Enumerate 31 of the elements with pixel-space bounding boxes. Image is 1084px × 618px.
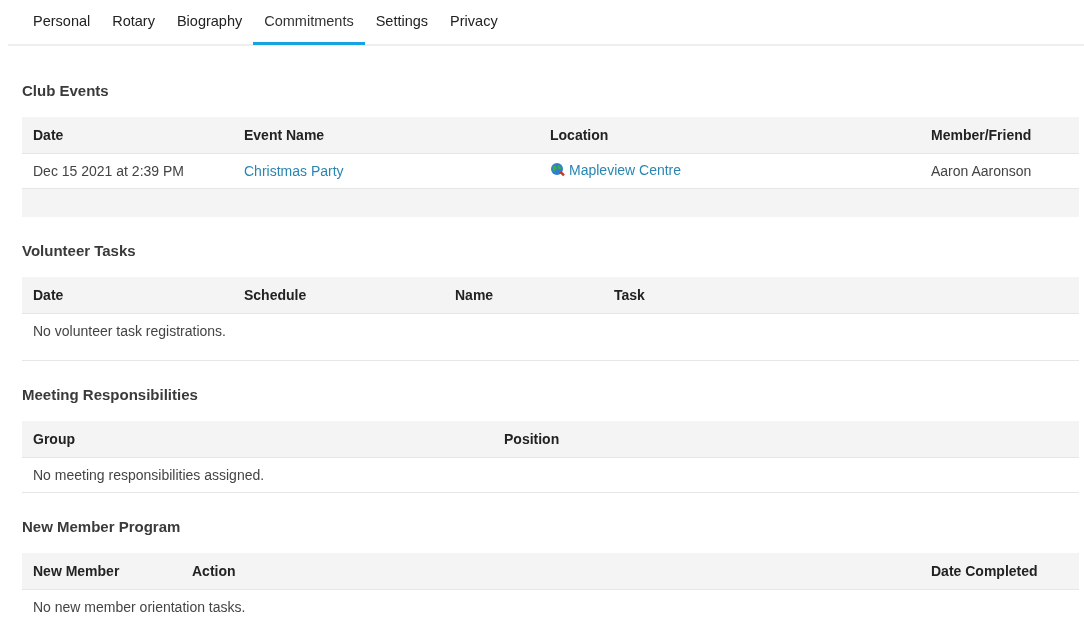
empty-message: No new member orientation tasks. xyxy=(22,589,1079,618)
table-cell: Aaron Aaronson xyxy=(920,153,1079,189)
column-header: Date xyxy=(22,277,233,314)
column-header: Name xyxy=(444,277,603,314)
tab[interactable]: Commitments xyxy=(253,0,365,45)
column-header: Event Name xyxy=(233,117,539,154)
tab[interactable]: Rotary xyxy=(101,0,166,42)
column-header: New Member xyxy=(22,553,181,590)
event-link[interactable]: Christmas Party xyxy=(244,163,344,179)
column-header: Group xyxy=(22,421,493,458)
column-header: Action xyxy=(181,553,920,590)
tab[interactable]: Settings xyxy=(364,0,440,42)
column-header: Member/Friend xyxy=(920,117,1079,154)
section-heading: Club Events xyxy=(22,81,110,101)
tab[interactable]: Personal xyxy=(22,0,102,42)
tab[interactable]: Biography xyxy=(165,0,254,42)
column-header: Task xyxy=(603,277,1079,314)
tab[interactable]: Privacy xyxy=(439,0,509,42)
section-heading: New Member Program xyxy=(22,517,182,537)
column-header: Location xyxy=(539,117,920,154)
column-header: Position xyxy=(493,421,1079,458)
table-cell: Dec 15 2021 at 2:39 PM xyxy=(22,153,233,189)
empty-message: No meeting responsibilities assigned. xyxy=(22,457,1079,493)
location-link[interactable]: Mapleview Centre xyxy=(569,161,682,178)
section-heading: Volunteer Tasks xyxy=(22,241,137,261)
empty-message: No volunteer task registrations. xyxy=(22,313,1079,354)
column-header: Schedule xyxy=(233,277,444,314)
section-heading: Meeting Responsibilities xyxy=(22,385,199,405)
globe-search-icon xyxy=(550,161,566,178)
column-header: Date Completed xyxy=(920,553,1079,590)
column-header: Date xyxy=(22,117,233,154)
